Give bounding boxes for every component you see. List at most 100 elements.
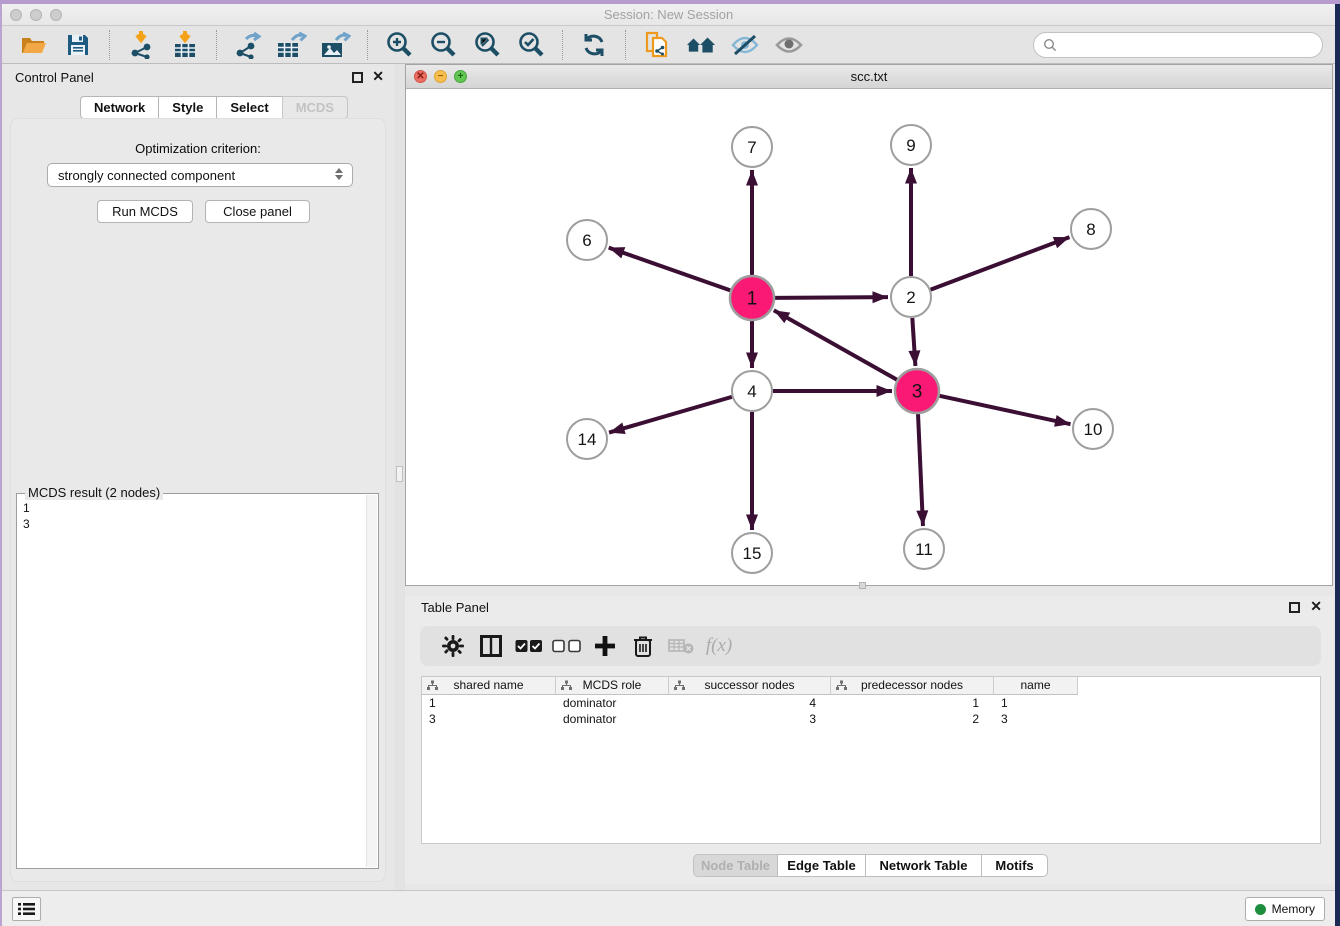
- close-panel-icon[interactable]: ✕: [372, 68, 384, 85]
- gear-icon[interactable]: [438, 631, 468, 661]
- show-all-icon[interactable]: [774, 30, 804, 60]
- copy-style-icon[interactable]: [642, 30, 672, 60]
- column-header-predecessor-nodes[interactable]: predecessor nodes: [831, 677, 994, 695]
- table-cell[interactable]: 4: [669, 695, 831, 711]
- memory-button[interactable]: Memory: [1245, 897, 1325, 921]
- network-canvas[interactable]: 7968124314101511: [406, 89, 1332, 585]
- import-network-icon[interactable]: [126, 30, 156, 60]
- table-cell[interactable]: 1: [994, 695, 1078, 711]
- node-label-11: 11: [915, 540, 933, 559]
- export-network-icon[interactable]: [233, 30, 263, 60]
- table-cell[interactable]: dominator: [556, 695, 669, 711]
- window-title: Session: New Session: [2, 7, 1335, 22]
- column-header-name[interactable]: name: [994, 677, 1078, 695]
- table-cell[interactable]: 1: [831, 695, 994, 711]
- table-cell[interactable]: 3: [669, 711, 831, 727]
- edge-3-1[interactable]: [774, 310, 897, 379]
- delete-table-icon[interactable]: [666, 631, 696, 661]
- column-header-successor-nodes[interactable]: successor nodes: [669, 677, 831, 695]
- table-cell[interactable]: dominator: [556, 711, 669, 727]
- search-field[interactable]: [1063, 38, 1322, 53]
- node-label-9: 9: [906, 136, 915, 155]
- table-cell[interactable]: 3: [994, 711, 1078, 727]
- status-bar: Memory: [2, 890, 1335, 926]
- network-resize-handle[interactable]: [859, 582, 866, 589]
- sort-icon[interactable]: [427, 680, 438, 691]
- network-window-title: scc.txt: [406, 69, 1332, 84]
- float-table-panel-icon[interactable]: [1289, 602, 1300, 613]
- node-label-7: 7: [747, 138, 756, 157]
- add-column-icon[interactable]: [590, 631, 620, 661]
- zoom-fit-icon[interactable]: [472, 30, 502, 60]
- tab-node-table[interactable]: Node Table: [693, 854, 778, 877]
- delete-column-icon[interactable]: [628, 631, 658, 661]
- open-session-icon[interactable]: [19, 30, 49, 60]
- run-mcds-button[interactable]: Run MCDS: [97, 200, 193, 223]
- table-tabs: Node Table Edge Table Network Table Moti…: [693, 854, 1048, 877]
- table-row[interactable]: 1dominator411: [422, 695, 1320, 711]
- panel-splitter[interactable]: [394, 64, 405, 890]
- memory-label: Memory: [1272, 902, 1315, 916]
- result-line: 1: [23, 500, 30, 516]
- edge-2-8[interactable]: [931, 237, 1070, 289]
- tab-motifs[interactable]: Motifs: [981, 854, 1048, 877]
- zoom-in-icon[interactable]: [384, 30, 414, 60]
- first-neighbors-icon[interactable]: [686, 30, 716, 60]
- import-table-icon[interactable]: [170, 30, 200, 60]
- table-row[interactable]: 3dominator323: [422, 711, 1320, 727]
- mcds-panel-body: Optimization criterion: strongly connect…: [10, 118, 386, 882]
- tab-edge-table[interactable]: Edge Table: [777, 854, 866, 877]
- tab-mcds[interactable]: MCDS: [282, 96, 348, 119]
- table-cell[interactable]: 2: [831, 711, 994, 727]
- hide-selected-icon[interactable]: [730, 30, 760, 60]
- select-all-checkboxes-icon[interactable]: [514, 631, 544, 661]
- toolbar-separator: [109, 30, 110, 60]
- edge-4-14[interactable]: [609, 397, 732, 433]
- function-builder-icon[interactable]: f(x): [704, 631, 734, 661]
- edge-3-10[interactable]: [939, 396, 1070, 424]
- split-columns-icon[interactable]: [476, 631, 506, 661]
- deselect-all-checkboxes-icon[interactable]: [552, 631, 582, 661]
- export-table-icon[interactable]: [277, 30, 307, 60]
- save-session-icon[interactable]: [63, 30, 93, 60]
- toolbar-separator: [562, 30, 563, 60]
- result-scrollbar[interactable]: [366, 495, 377, 867]
- edge-1-2[interactable]: [775, 297, 888, 298]
- table-cell[interactable]: 3: [422, 711, 556, 727]
- toolbar-separator: [625, 30, 626, 60]
- tab-style[interactable]: Style: [158, 96, 217, 119]
- network-graph[interactable]: 7968124314101511: [406, 89, 1332, 586]
- column-header-MCDS-role[interactable]: MCDS role: [556, 677, 669, 695]
- task-history-button[interactable]: [12, 897, 41, 921]
- toolbar-separator: [367, 30, 368, 60]
- tab-network-table[interactable]: Network Table: [865, 854, 982, 877]
- dropdown-stepper-icon: [335, 168, 343, 180]
- main-toolbar: [2, 26, 1335, 64]
- table-cell[interactable]: 1: [422, 695, 556, 711]
- network-window-titlebar[interactable]: ✕ − + scc.txt: [406, 65, 1332, 89]
- splitter-handle[interactable]: [396, 466, 403, 482]
- edge-1-6[interactable]: [609, 248, 731, 291]
- zoom-out-icon[interactable]: [428, 30, 458, 60]
- edge-2-3[interactable]: [912, 318, 915, 366]
- node-label-8: 8: [1086, 220, 1095, 239]
- zoom-selected-icon[interactable]: [516, 30, 546, 60]
- close-panel-button[interactable]: Close panel: [205, 200, 310, 223]
- node-table[interactable]: shared nameMCDS rolesuccessor nodesprede…: [421, 676, 1321, 844]
- export-image-icon[interactable]: [321, 30, 351, 60]
- optimization-criterion-dropdown[interactable]: strongly connected component: [47, 163, 353, 187]
- search-input[interactable]: [1033, 32, 1323, 58]
- edge-3-11[interactable]: [918, 414, 923, 526]
- sort-icon[interactable]: [836, 680, 847, 691]
- column-header-shared-name[interactable]: shared name: [422, 677, 556, 695]
- tab-select[interactable]: Select: [216, 96, 282, 119]
- close-table-panel-icon[interactable]: ✕: [1310, 598, 1322, 615]
- sort-icon[interactable]: [674, 680, 685, 691]
- tab-network[interactable]: Network: [80, 96, 159, 119]
- node-label-15: 15: [743, 544, 762, 563]
- refresh-icon[interactable]: [579, 30, 609, 60]
- mcds-result-legend: MCDS result (2 nodes): [25, 485, 163, 500]
- sort-icon[interactable]: [561, 680, 572, 691]
- control-panel-tabs: Network Style Select MCDS: [80, 96, 348, 119]
- float-panel-icon[interactable]: [352, 72, 363, 83]
